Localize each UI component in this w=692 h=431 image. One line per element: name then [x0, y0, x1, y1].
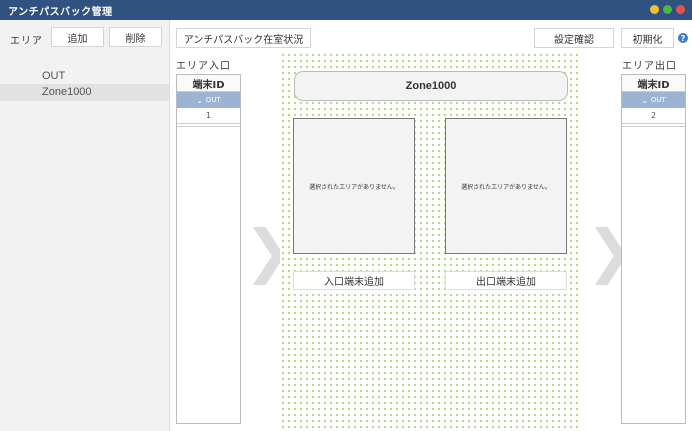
- entry-table-header: 端末ID: [177, 75, 240, 92]
- help-icon[interactable]: ?: [678, 33, 688, 43]
- entry-terminal-dropzone[interactable]: 選択されたエリアがありません。: [293, 118, 415, 254]
- close-icon[interactable]: [676, 5, 685, 14]
- exit-terminal-table: 端末ID ⌄ OUT 2: [621, 74, 686, 424]
- add-exit-terminal-button[interactable]: 出口端末追加: [445, 271, 567, 290]
- minimize-icon[interactable]: [650, 5, 659, 14]
- area-sidebar: エリア 追加 削除 OUT Zone1000: [0, 20, 170, 431]
- entry-group-label: OUT: [205, 96, 221, 104]
- exit-terminal-dropzone[interactable]: 選択されたエリアがありません。: [445, 118, 567, 254]
- entry-label: エリア入口: [176, 61, 231, 72]
- initialize-button[interactable]: 初期化: [621, 28, 674, 48]
- area-label: エリア: [10, 36, 43, 47]
- area-item-out[interactable]: OUT: [0, 68, 169, 85]
- entry-group-row[interactable]: ⌄ OUT: [177, 92, 240, 108]
- add-entry-terminal-button[interactable]: 入口端末追加: [293, 271, 415, 290]
- occupancy-status-button[interactable]: アンチパスバック在室状況: [176, 28, 311, 48]
- title-bar: アンチパスバック管理: [0, 0, 692, 20]
- exit-table-divider: [622, 124, 685, 127]
- exit-table-header: 端末ID: [622, 75, 685, 92]
- entry-terminal-table: 端末ID ⌄ OUT 1: [176, 74, 241, 424]
- exit-group-label: OUT: [650, 96, 666, 104]
- delete-area-button[interactable]: 削除: [109, 27, 162, 47]
- add-area-button[interactable]: 追加: [51, 27, 104, 47]
- entry-table-row[interactable]: 1: [177, 108, 240, 124]
- exit-label: エリア出口: [622, 61, 677, 72]
- window-title: アンチパスバック管理: [8, 7, 113, 18]
- maximize-icon[interactable]: [663, 5, 672, 14]
- zone-title: Zone1000: [294, 71, 568, 101]
- area-item-zone1000[interactable]: Zone1000: [0, 84, 169, 101]
- exit-group-row[interactable]: ⌄ OUT: [622, 92, 685, 108]
- chevron-down-icon[interactable]: ⌄: [196, 96, 203, 105]
- chevron-down-icon[interactable]: ⌄: [641, 96, 648, 105]
- exit-table-row[interactable]: 2: [622, 108, 685, 124]
- settings-confirm-button[interactable]: 設定確認: [534, 28, 614, 48]
- entry-table-divider: [177, 124, 240, 127]
